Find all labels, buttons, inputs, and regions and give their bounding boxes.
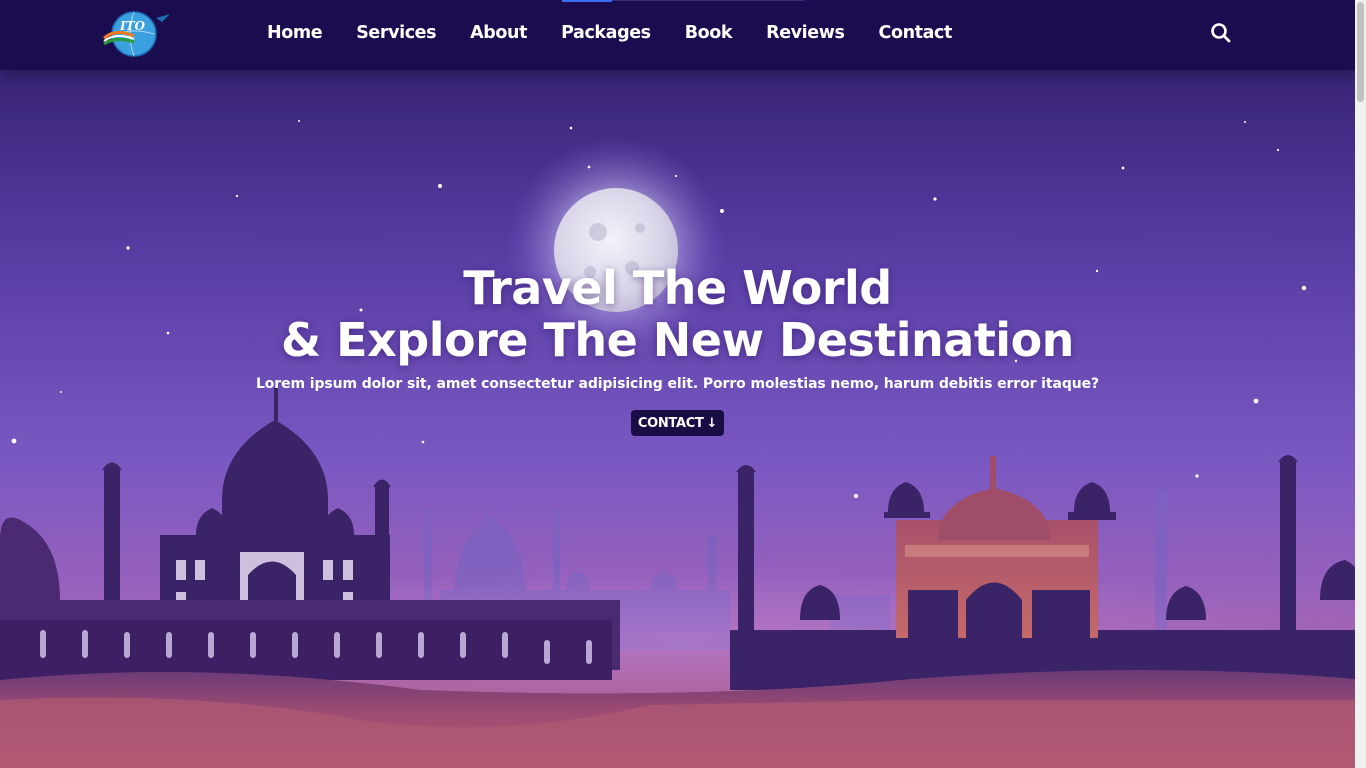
top-navbar: ITO Home Services About Packages Book Re…	[0, 0, 1355, 70]
search-icon	[1211, 23, 1231, 43]
nav-link-contact[interactable]: Contact	[879, 23, 953, 43]
arched-wall-left	[0, 620, 612, 680]
main-navigation: Home Services About Packages Book Review…	[250, 0, 969, 66]
brand-logo[interactable]: ITO	[100, 8, 172, 58]
page-scrollbar[interactable]	[1355, 0, 1366, 768]
nav-link-home[interactable]: Home	[267, 23, 323, 43]
hero-content: Travel The World & Explore The New Desti…	[0, 262, 1355, 436]
search-button[interactable]	[1209, 21, 1233, 45]
hero-subtitle: Lorem ipsum dolor sit, amet consectetur …	[255, 376, 1100, 392]
contact-button-label: CONTACT	[637, 415, 704, 431]
svg-text:ITO: ITO	[119, 19, 146, 33]
hero-title-line1: Travel The World	[463, 261, 892, 315]
scrollbar-thumb[interactable]	[1357, 2, 1364, 102]
arrow-down-icon: ↓	[706, 415, 718, 431]
hero-title: Travel The World & Explore The New Desti…	[0, 262, 1355, 366]
hero-title-line2: & Explore The New Destination	[281, 313, 1074, 367]
contact-button[interactable]: CONTACT ↓	[630, 410, 725, 436]
nav-link-packages[interactable]: Packages	[561, 23, 651, 43]
nav-link-services[interactable]: Services	[356, 23, 436, 43]
nav-link-book[interactable]: Book	[685, 23, 733, 43]
nav-link-about[interactable]: About	[470, 23, 527, 43]
nav-link-reviews[interactable]: Reviews	[766, 23, 845, 43]
